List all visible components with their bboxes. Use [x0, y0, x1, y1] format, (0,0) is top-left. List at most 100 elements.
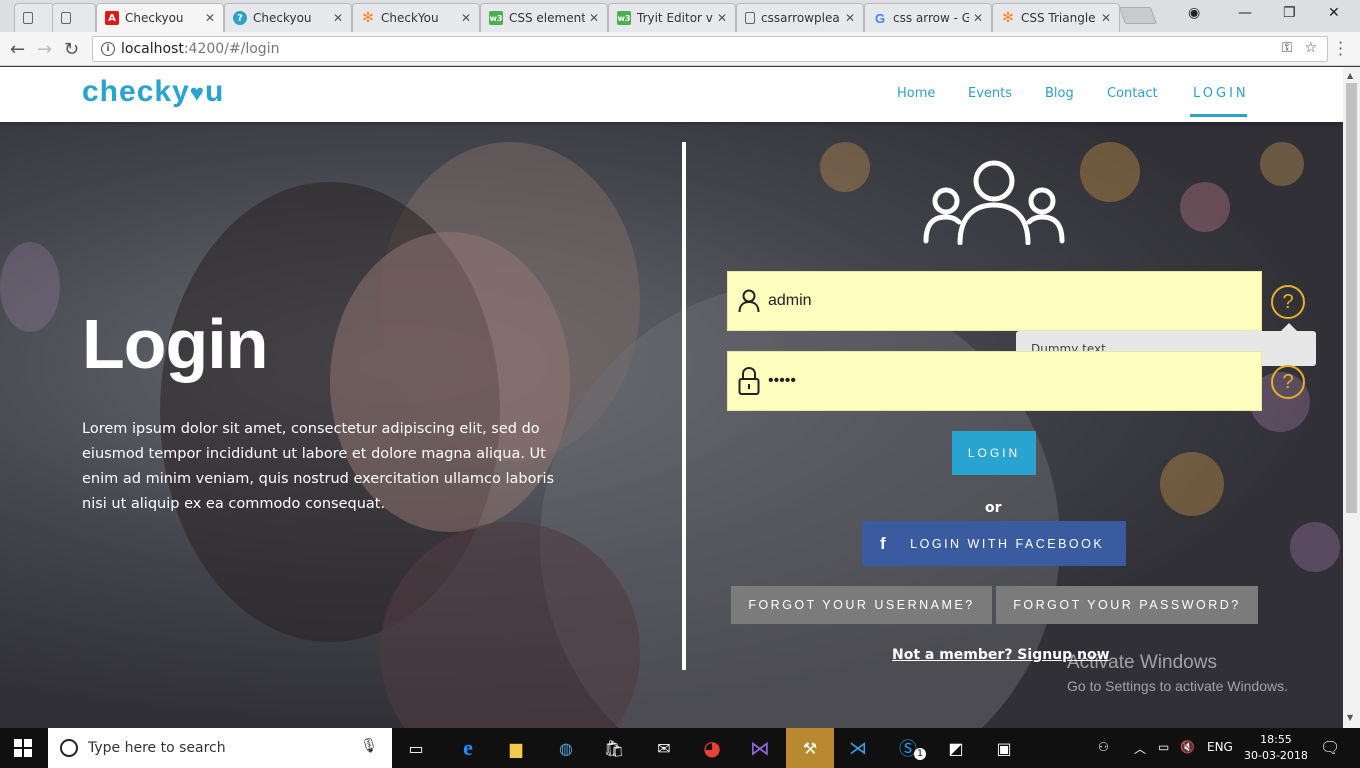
volume-muted-icon[interactable]: 🔇: [1180, 740, 1195, 754]
close-icon[interactable]: ✕: [461, 11, 471, 25]
close-icon[interactable]: ✕: [973, 11, 983, 25]
app-icon[interactable]: ◍: [550, 734, 582, 762]
minimize-icon[interactable]: —: [1238, 5, 1252, 21]
password-input[interactable]: [768, 372, 1248, 390]
page-title: Login: [82, 305, 268, 383]
close-icon[interactable]: ✕: [205, 11, 215, 25]
profile-icon[interactable]: ◉: [1188, 5, 1200, 21]
facebook-button-label: LOGIN WITH FACEBOOK: [910, 536, 1105, 551]
forgot-username-button[interactable]: FORGOT YOUR USERNAME?: [731, 586, 992, 624]
vscode-icon[interactable]: ⋊: [842, 734, 874, 762]
windows-start-icon[interactable]: [14, 739, 32, 757]
username-help-icon[interactable]: ?: [1271, 285, 1305, 319]
scrollbar-thumb[interactable]: [1346, 83, 1357, 513]
tab-label: Tryit Editor v: [637, 11, 713, 25]
page-icon: [61, 12, 71, 24]
tab-label: CheckYou: [381, 11, 439, 25]
browser-tab[interactable]: [14, 3, 54, 32]
logo-text: checky: [82, 75, 190, 108]
system-clock[interactable]: 18:55 30-03-2018: [1244, 732, 1308, 764]
w3-icon: w3: [489, 11, 503, 25]
browser-tab[interactable]: w3 Tryit Editor v ✕: [608, 3, 736, 32]
network-icon[interactable]: ▭: [1158, 740, 1169, 754]
nav-home[interactable]: Home: [897, 86, 935, 101]
activate-windows-watermark: Activate Windows Go to Settings to activ…: [1067, 652, 1288, 694]
watermark-line-1: Activate Windows: [1067, 652, 1217, 673]
back-icon[interactable]: ←: [10, 39, 25, 60]
browser-tab[interactable]: [52, 3, 96, 32]
close-icon[interactable]: ✕: [845, 11, 855, 25]
maximize-icon[interactable]: ❐: [1283, 5, 1296, 21]
visual-studio-icon[interactable]: ⋈: [744, 734, 776, 762]
browser-tab[interactable]: G css arrow - G ✕: [864, 3, 992, 32]
tools-icon[interactable]: ⚒: [794, 734, 826, 762]
mail-icon[interactable]: ✉: [648, 734, 680, 762]
page-description: Lorem ipsum dolor sit amet, consectetur …: [82, 421, 555, 512]
page-icon: [745, 12, 755, 24]
facebook-login-button[interactable]: f LOGIN WITH FACEBOOK: [862, 521, 1126, 566]
password-field[interactable]: [727, 351, 1262, 411]
browser-tab-active[interactable]: A Checkyou ✕: [96, 3, 224, 32]
nav-events[interactable]: Events: [968, 86, 1012, 101]
address-bar: ← → ↻ i localhost:4200/#/login ⚿ ☆: [0, 32, 1360, 66]
page-scrollbar[interactable]: ▲ ▼: [1343, 67, 1360, 728]
info-icon[interactable]: i: [101, 42, 115, 56]
star-icon: ✻: [1002, 10, 1014, 26]
close-icon[interactable]: ✕: [589, 11, 599, 25]
nav-active-indicator: [1190, 114, 1247, 117]
site-logo[interactable]: checky♥u: [82, 75, 224, 109]
terminal-icon[interactable]: ▣: [988, 734, 1020, 762]
language-indicator[interactable]: ENG: [1207, 740, 1233, 754]
nav-blog[interactable]: Blog: [1045, 86, 1074, 101]
username-input[interactable]: [768, 292, 1248, 310]
forward-icon[interactable]: →: [37, 39, 52, 60]
url-path: :4200/#/login: [183, 41, 280, 57]
file-explorer-icon[interactable]: ▆: [500, 734, 532, 762]
scroll-up-icon[interactable]: ▲: [1347, 71, 1353, 80]
window-close-icon[interactable]: ✕: [1328, 5, 1340, 21]
url-host: localhost: [121, 41, 184, 57]
browser-tab[interactable]: ✻ CSS Triangle ✕: [992, 3, 1120, 32]
cortana-icon: [60, 739, 78, 757]
reload-icon[interactable]: ↻: [64, 39, 79, 60]
new-tab-button[interactable]: [1118, 7, 1158, 24]
forgot-password-button[interactable]: FORGOT YOUR PASSWORD?: [996, 586, 1258, 624]
task-view-icon[interactable]: ▭: [400, 734, 432, 762]
taskbar-search-input[interactable]: Type here to search 🎙: [48, 728, 392, 768]
login-button[interactable]: LOGIN: [952, 431, 1036, 475]
heart-icon: ♥: [189, 80, 205, 107]
key-icon[interactable]: ⚿: [1282, 40, 1293, 56]
bokeh-light: [1290, 522, 1340, 572]
browser-menu-icon[interactable]: · · ·: [1338, 35, 1343, 63]
people-icon[interactable]: ⚇: [1098, 740, 1109, 754]
browser-tab[interactable]: ✻ CheckYou ✕: [352, 3, 480, 32]
bokeh-light: [1260, 142, 1304, 186]
close-icon[interactable]: ✕: [333, 11, 343, 25]
or-separator: or: [985, 500, 1002, 516]
tray-chevron-up-icon[interactable]: ︿: [1134, 740, 1146, 757]
browser-tab[interactable]: w3 CSS element ✕: [480, 3, 608, 32]
sticky-notes-icon[interactable]: ◩: [940, 734, 972, 762]
url-input[interactable]: i localhost:4200/#/login ⚿ ☆: [92, 36, 1328, 62]
close-icon[interactable]: ✕: [717, 11, 727, 25]
chrome-icon[interactable]: ◕: [696, 734, 728, 762]
close-icon[interactable]: ✕: [1101, 11, 1111, 25]
browser-tab[interactable]: cssarrowplea ✕: [736, 3, 864, 32]
store-icon[interactable]: 🛍: [598, 734, 630, 762]
browser-tab[interactable]: ? Checkyou ✕: [224, 3, 352, 32]
scroll-down-icon[interactable]: ▼: [1347, 713, 1353, 722]
clock-time: 18:55: [1260, 733, 1292, 746]
action-center-icon[interactable]: 🗨: [1320, 738, 1340, 757]
globe-icon: ?: [233, 11, 247, 25]
password-help-icon[interactable]: ?: [1271, 365, 1305, 399]
nav-login[interactable]: LOGIN: [1193, 86, 1249, 101]
tab-label: css arrow - G: [893, 11, 969, 25]
angular-icon: A: [105, 11, 119, 25]
microphone-icon[interactable]: 🎙: [360, 738, 378, 754]
windows-taskbar: Type here to search 🎙 ▭ e ▆ ◍ 🛍 ✉ ◕ ⋈ ⚒ …: [0, 728, 1360, 768]
nav-contact[interactable]: Contact: [1107, 86, 1158, 101]
w3-icon: w3: [617, 11, 631, 25]
username-field[interactable]: [727, 271, 1262, 331]
bookmark-star-icon[interactable]: ☆: [1304, 40, 1317, 56]
edge-icon[interactable]: e: [452, 734, 484, 762]
